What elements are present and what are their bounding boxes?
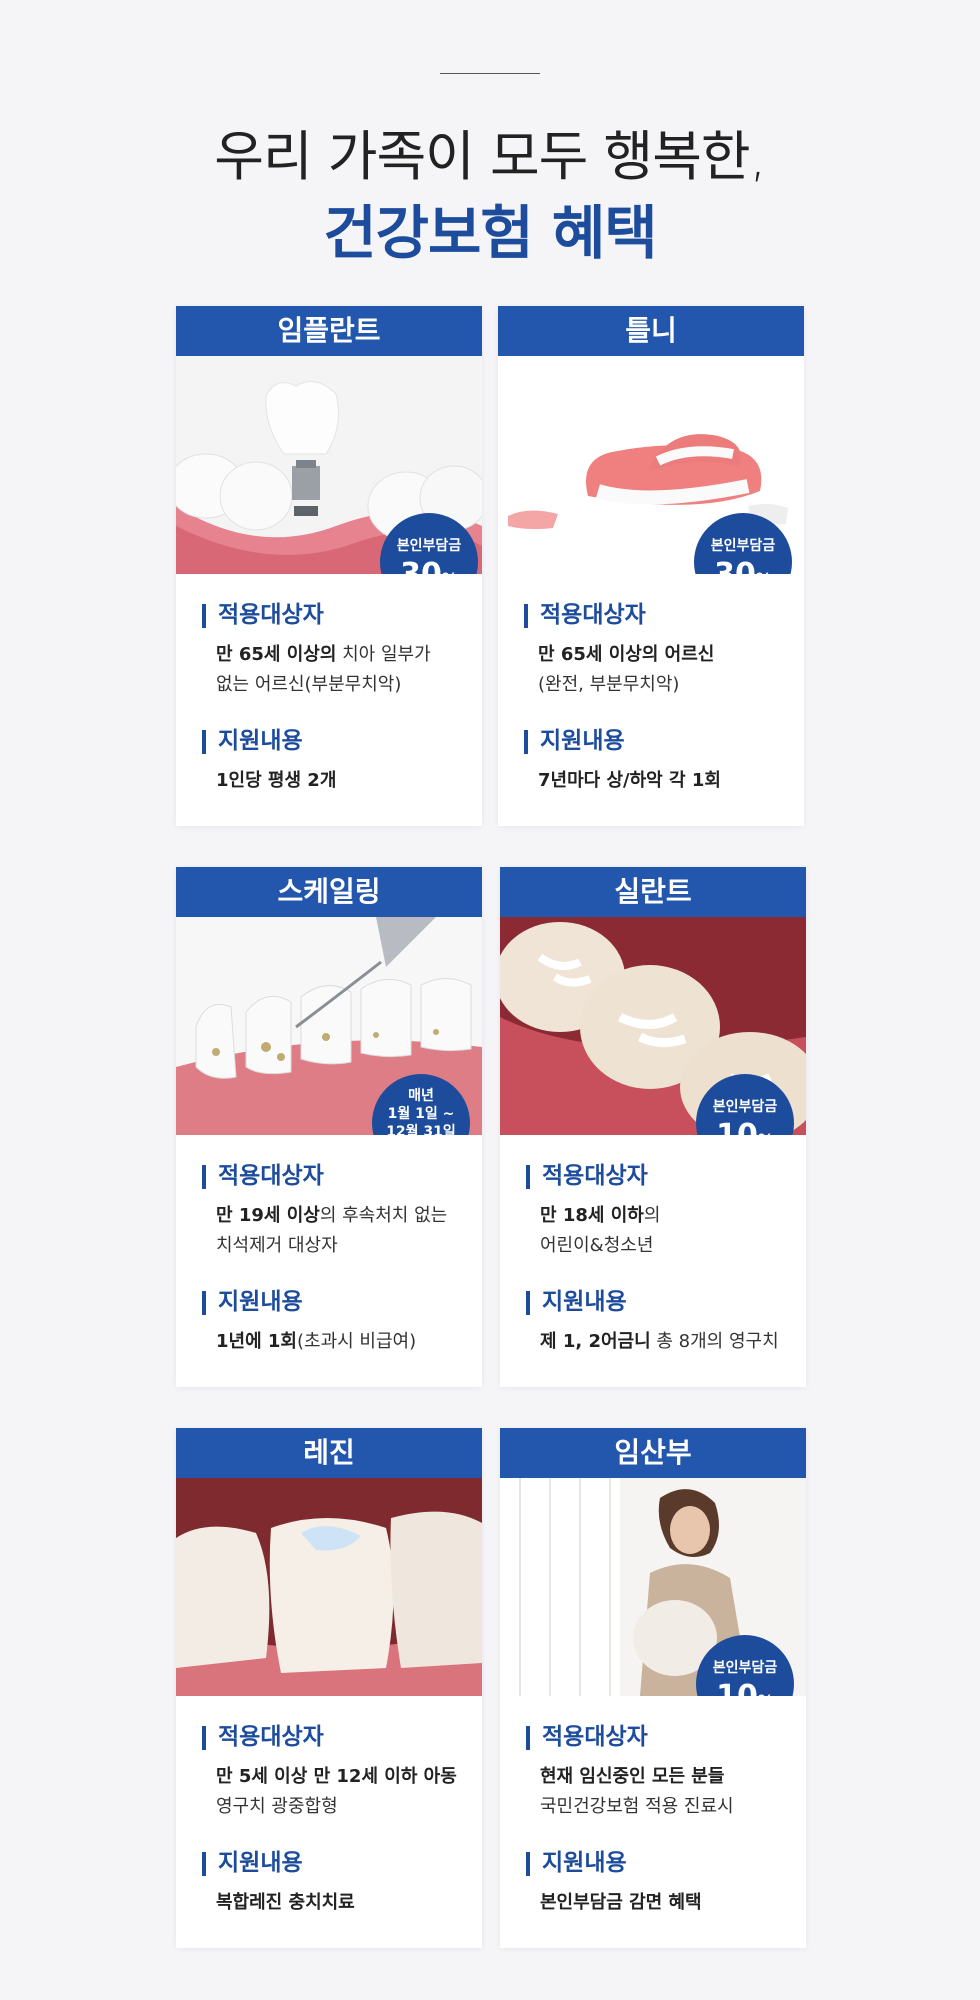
sealant-molar-image: 본인부담금 10% [500, 917, 806, 1135]
scaling-tool-image: 매년 1월 1일 ~ 12월 31일 까지 [176, 917, 482, 1135]
target-label: 적용대상자 [524, 604, 714, 628]
support-label: 지원내용 [526, 1852, 702, 1876]
support-label: 지원내용 [202, 730, 336, 754]
card-sealant: 실란트 본인부담금 10% 적용대상자 만 18세 이하의어린이&청소년 지원내… [500, 867, 806, 1387]
implant-tooth-image: 본인부담금 30% [176, 356, 482, 574]
card-implant: 임플란트 본인부담금 30% 적용대상자 만 65세 이상의 치아 일부가없는 … [176, 306, 482, 826]
support-text: 제 1, 2어금니 총 8개의 영구치 [540, 1331, 779, 1352]
support-text: 본인부담금 감면 혜택 [540, 1892, 702, 1913]
target-text: 만 19세 이상의 후속처치 없는 치석제거 대상자 [216, 1205, 448, 1256]
target-section: 적용대상자 만 5세 이상 만 12세 이하 아동 영구치 광중합형 [202, 1726, 457, 1822]
page-title-line1: 우리 가족이 모두 행복한, [214, 125, 766, 188]
target-label: 적용대상자 [526, 1165, 660, 1189]
support-text: 복합레진 충치치료 [216, 1892, 355, 1913]
top-divider [440, 73, 540, 74]
denture-image: 본인부담금 30% [498, 356, 804, 574]
target-text: 만 5세 이상 만 12세 이하 아동 영구치 광중합형 [216, 1766, 457, 1817]
target-text: 만 18세 이하의 어린이&청소년 [540, 1205, 661, 1256]
support-section: 지원내용 본인부담금 감면 혜택 [526, 1852, 702, 1918]
target-label: 적용대상자 [202, 1165, 447, 1189]
page-title-line2: 건강보험 혜택 [323, 199, 657, 267]
card-resin: 레진 적용대상자 만 5세 이상 만 12세 이하 아동 영구치 광중합형 지원내… [176, 1428, 482, 1948]
support-text: 7년마다 상/하악 각 1회 [538, 770, 721, 791]
target-label: 적용대상자 [202, 1726, 457, 1750]
support-label: 지원내용 [202, 1291, 416, 1315]
target-section: 적용대상자 현재 임신중인 모든 분들 국민건강보험 적용 진료시 [526, 1726, 734, 1822]
target-text: 현재 임신중인 모든 분들 국민건강보험 적용 진료시 [540, 1766, 734, 1817]
target-section: 적용대상자 만 65세 이상의 치아 일부가 없는 어르신(부분무치악) [202, 604, 431, 700]
card-title: 실란트 [500, 867, 806, 917]
support-section: 지원내용 제 1, 2어금니 총 8개의 영구치 [526, 1291, 779, 1357]
target-section: 적용대상자 만 65세 이상의 어르신 (완전, 부분무치악) [524, 604, 714, 700]
target-section: 적용대상자 만 18세 이하의 어린이&청소년 [526, 1165, 660, 1261]
support-section: 지원내용 1년에 1회(초과시 비급여) [202, 1291, 416, 1357]
card-title: 틀니 [498, 306, 804, 356]
pregnant-woman-image: 본인부담금 10% [500, 1478, 806, 1696]
card-title: 스케일링 [176, 867, 482, 917]
support-label: 지원내용 [202, 1852, 355, 1876]
card-denture: 틀니 본인부담금 30% 적용대상자 만 65세 이상의 어르신(완전, 부분무… [498, 306, 804, 826]
card-title: 임플란트 [176, 306, 482, 356]
support-label: 지원내용 [526, 1291, 779, 1315]
card-title: 레진 [176, 1428, 482, 1478]
card-title: 임산부 [500, 1428, 806, 1478]
target-label: 적용대상자 [526, 1726, 734, 1750]
target-text: 만 65세 이상의 치아 일부가 없는 어르신(부분무치악) [216, 644, 431, 695]
support-section: 지원내용 복합레진 충치치료 [202, 1852, 355, 1918]
card-scaling: 스케일링 매년 1월 1일 ~ 12월 31일 까지 [176, 867, 482, 1387]
resin-tooth-image [176, 1478, 482, 1696]
support-label: 지원내용 [524, 730, 721, 754]
support-section: 지원내용 7년마다 상/하악 각 1회 [524, 730, 721, 796]
target-text: 만 65세 이상의 어르신 (완전, 부분무치악) [538, 644, 715, 695]
card-pregnant: 임산부 본인부담금 10% 적용대상자 현재 임신중인 모든 분들국민건강보험 … [500, 1428, 806, 1948]
support-text: 1년에 1회(초과시 비급여) [216, 1331, 417, 1352]
target-section: 적용대상자 만 19세 이상의 후속처치 없는 치석제거 대상자 [202, 1165, 447, 1261]
support-section: 지원내용 1인당 평생 2개 [202, 730, 336, 796]
support-text: 1인당 평생 2개 [216, 770, 337, 791]
target-label: 적용대상자 [202, 604, 431, 628]
